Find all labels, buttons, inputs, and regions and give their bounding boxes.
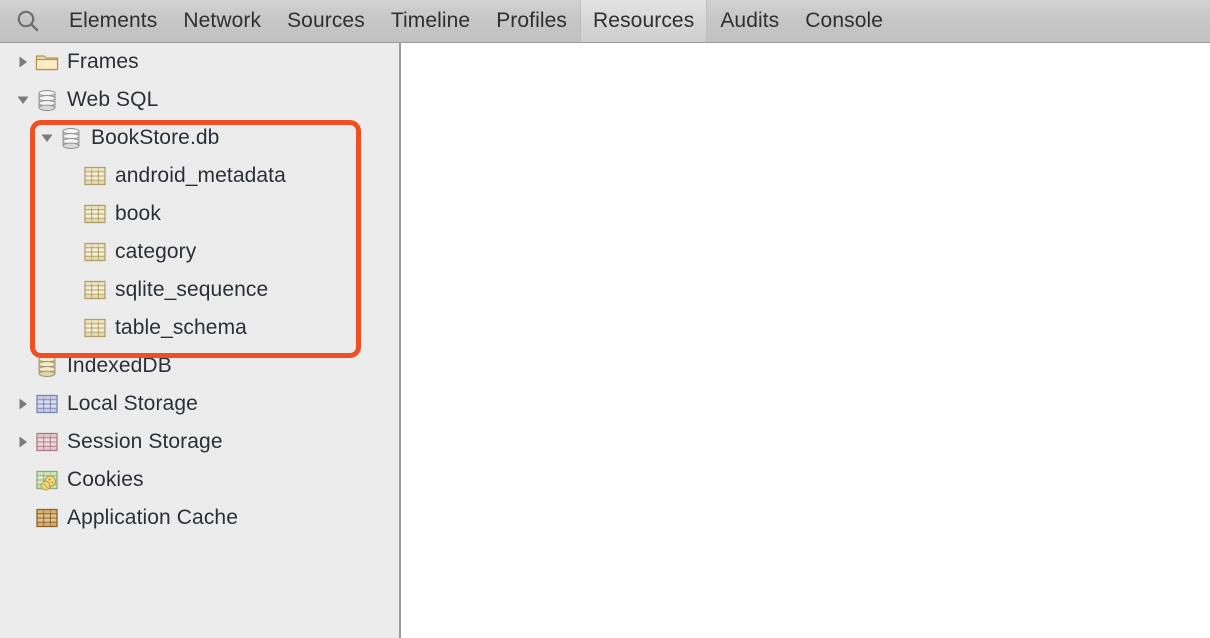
tab-resources[interactable]: Resources [580, 0, 708, 42]
disclosure-triangle-down-icon[interactable] [36, 119, 58, 157]
tab-strip: Elements Network Sources Timeline Profiles Re… [56, 0, 896, 42]
tree-item-web-sql[interactable]: Web SQL [0, 81, 158, 119]
local-storage-icon [34, 391, 60, 417]
tab-audits[interactable]: Audits [707, 0, 792, 42]
table-icon [82, 201, 108, 227]
table-icon [82, 315, 108, 341]
tree-item-bookstore-db[interactable]: BookStore.db [0, 119, 219, 157]
table-icon [82, 239, 108, 265]
tree-item-indexeddb[interactable]: IndexedDB [0, 347, 172, 385]
tree-item-local-storage[interactable]: Local Storage [0, 385, 198, 423]
tree-item-label: Cookies [67, 468, 144, 491]
disclosure-triangle-down-icon[interactable] [12, 81, 34, 119]
indexeddb-icon [34, 353, 60, 379]
tab-network[interactable]: Network [170, 0, 274, 42]
session-storage-icon [34, 429, 60, 455]
app-cache-icon [34, 505, 60, 531]
search-button[interactable] [0, 0, 56, 42]
tree-item-label: Local Storage [67, 392, 198, 415]
tree-item-label: sqlite_sequence [115, 278, 269, 301]
table-icon [82, 163, 108, 189]
resource-content-panel [403, 43, 1210, 638]
tree-item-book[interactable]: book [0, 195, 161, 233]
tree-item-label: table_schema [115, 316, 247, 339]
tab-profiles[interactable]: Profiles [483, 0, 580, 42]
tree-item-label: Frames [67, 50, 139, 73]
tab-console[interactable]: Console [792, 0, 896, 42]
disclosure-triangle-right-icon[interactable] [12, 43, 34, 81]
tree-item-label: Session Storage [67, 430, 223, 453]
tree-item-label: Application Cache [67, 506, 238, 529]
tree-item-frames[interactable]: Frames [0, 43, 139, 81]
tree-item-label: IndexedDB [67, 354, 172, 377]
folder-icon [34, 49, 60, 75]
tree-item-sqlite-sequence[interactable]: sqlite_sequence [0, 271, 268, 309]
tab-elements[interactable]: Elements [56, 0, 170, 42]
cookies-icon [34, 467, 60, 493]
devtools-toolbar: Elements Network Sources Timeline Profiles Re… [0, 0, 1210, 43]
table-icon [82, 277, 108, 303]
tab-sources[interactable]: Sources [274, 0, 378, 42]
tree-item-cookies[interactable]: Cookies [0, 461, 144, 499]
database-icon [58, 125, 84, 151]
database-icon [34, 87, 60, 113]
search-icon [15, 8, 41, 34]
tree-item-label: BookStore.db [91, 126, 220, 149]
tree-item-label: book [115, 202, 161, 225]
disclosure-triangle-right-icon[interactable] [12, 423, 34, 461]
tree-item-android-metadata[interactable]: android_metadata [0, 157, 286, 195]
disclosure-triangle-right-icon[interactable] [12, 385, 34, 423]
tree-item-label: android_metadata [115, 164, 286, 187]
tree-item-session-storage[interactable]: Session Storage [0, 423, 223, 461]
tree-item-label: Web SQL [67, 88, 159, 111]
tree-item-application-cache[interactable]: Application Cache [0, 499, 238, 537]
tab-timeline[interactable]: Timeline [378, 0, 483, 42]
tree-item-table-schema[interactable]: table_schema [0, 309, 247, 347]
tree-item-label: category [115, 240, 197, 263]
resources-sidebar[interactable]: Frames Web SQL BookStore.db android_metadat… [0, 43, 401, 638]
tree-item-category[interactable]: category [0, 233, 196, 271]
